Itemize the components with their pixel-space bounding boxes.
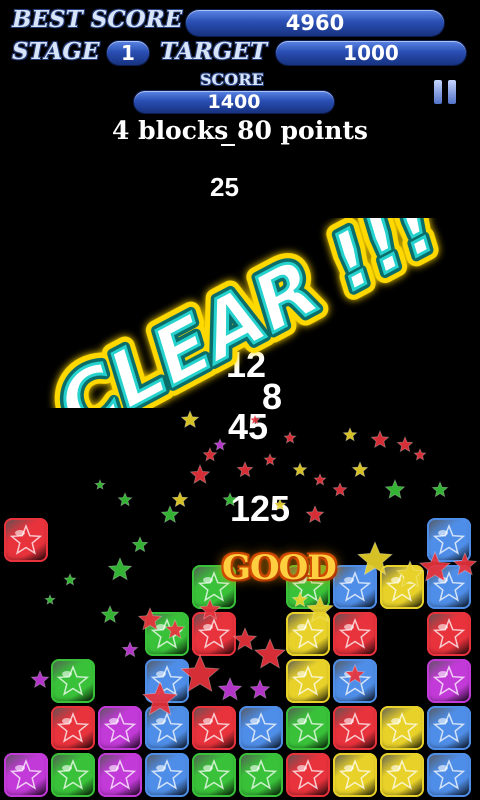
block-red[interactable] bbox=[333, 706, 377, 750]
good-badge: GOOD bbox=[222, 548, 337, 588]
block-red[interactable] bbox=[333, 612, 377, 656]
score-label: SCORE bbox=[200, 70, 264, 89]
block-yellow[interactable] bbox=[286, 612, 330, 656]
star-icon bbox=[385, 711, 419, 743]
block-yellow[interactable] bbox=[286, 659, 330, 703]
star-icon bbox=[244, 758, 278, 790]
block-blue[interactable] bbox=[145, 706, 189, 750]
block-purple[interactable] bbox=[427, 659, 471, 703]
block-blue[interactable] bbox=[333, 659, 377, 703]
star-icon bbox=[338, 617, 372, 649]
score-value: 1400 bbox=[134, 91, 334, 113]
block-green[interactable] bbox=[51, 753, 95, 797]
star-icon bbox=[56, 758, 90, 790]
target-value: 1000 bbox=[276, 41, 466, 65]
star-icon bbox=[150, 617, 184, 649]
star-icon bbox=[197, 617, 231, 649]
star-icon bbox=[291, 711, 325, 743]
star-icon bbox=[385, 570, 419, 602]
star-icon bbox=[150, 758, 184, 790]
block-purple[interactable] bbox=[98, 706, 142, 750]
star-icon bbox=[56, 711, 90, 743]
block-red[interactable] bbox=[4, 518, 48, 562]
block-red[interactable] bbox=[51, 706, 95, 750]
block-blue[interactable] bbox=[239, 706, 283, 750]
star-icon bbox=[432, 758, 466, 790]
star-icon bbox=[9, 758, 43, 790]
star-icon bbox=[291, 664, 325, 696]
star-icon bbox=[291, 617, 325, 649]
block-green[interactable] bbox=[192, 753, 236, 797]
block-red[interactable] bbox=[192, 706, 236, 750]
star-icon bbox=[338, 570, 372, 602]
star-icon bbox=[244, 711, 278, 743]
star-icon bbox=[103, 711, 137, 743]
block-red[interactable] bbox=[286, 753, 330, 797]
best-score-value: 4960 bbox=[186, 10, 444, 36]
block-purple[interactable] bbox=[98, 753, 142, 797]
block-blue[interactable] bbox=[427, 706, 471, 750]
block-red[interactable] bbox=[192, 612, 236, 656]
target-label: TARGET bbox=[160, 38, 268, 65]
star-icon bbox=[197, 758, 231, 790]
combo-message: 4 blocks 80 points bbox=[111, 116, 369, 145]
star-icon bbox=[338, 664, 372, 696]
popup-points: 25 bbox=[210, 172, 239, 202]
block-blue[interactable] bbox=[427, 565, 471, 609]
message-underline bbox=[221, 144, 235, 146]
popup-points: 45 bbox=[228, 406, 269, 447]
clear-banner: CLEAR !!! CLEAR !!! CLEAR !!! bbox=[46, 218, 446, 408]
stage-value: 1 bbox=[107, 41, 149, 65]
pause-icon-bar bbox=[448, 80, 456, 104]
pause-icon bbox=[434, 80, 442, 104]
block-red[interactable] bbox=[427, 612, 471, 656]
star-icon bbox=[432, 617, 466, 649]
star-icon bbox=[338, 711, 372, 743]
pause-button[interactable] bbox=[430, 76, 462, 108]
block-blue[interactable] bbox=[145, 753, 189, 797]
stage-label: STAGE bbox=[12, 38, 100, 65]
block-green[interactable] bbox=[286, 706, 330, 750]
star-icon bbox=[291, 758, 325, 790]
star-icon bbox=[432, 711, 466, 743]
block-yellow[interactable] bbox=[380, 706, 424, 750]
star-icon bbox=[150, 711, 184, 743]
star-icon bbox=[432, 570, 466, 602]
block-purple[interactable] bbox=[4, 753, 48, 797]
star-icon bbox=[432, 664, 466, 696]
star-icon bbox=[385, 758, 419, 790]
star-icon bbox=[56, 664, 90, 696]
clear-text-fill: CLEAR !!! bbox=[46, 218, 446, 408]
star-icon bbox=[150, 664, 184, 696]
block-green[interactable] bbox=[51, 659, 95, 703]
block-yellow[interactable] bbox=[333, 753, 377, 797]
star-icon bbox=[9, 523, 43, 555]
block-blue[interactable] bbox=[427, 753, 471, 797]
star-icon bbox=[103, 758, 137, 790]
block-yellow[interactable] bbox=[380, 753, 424, 797]
block-blue[interactable] bbox=[427, 518, 471, 562]
block-blue[interactable] bbox=[333, 565, 377, 609]
best-score-label: BEST SCORE bbox=[12, 6, 183, 33]
popup-points: 125 bbox=[230, 488, 291, 529]
block-blue[interactable] bbox=[145, 659, 189, 703]
star-icon bbox=[338, 758, 372, 790]
star-icon bbox=[197, 711, 231, 743]
star-icon bbox=[432, 523, 466, 555]
block-yellow[interactable] bbox=[380, 565, 424, 609]
block-green[interactable] bbox=[239, 753, 283, 797]
block-green[interactable] bbox=[145, 612, 189, 656]
